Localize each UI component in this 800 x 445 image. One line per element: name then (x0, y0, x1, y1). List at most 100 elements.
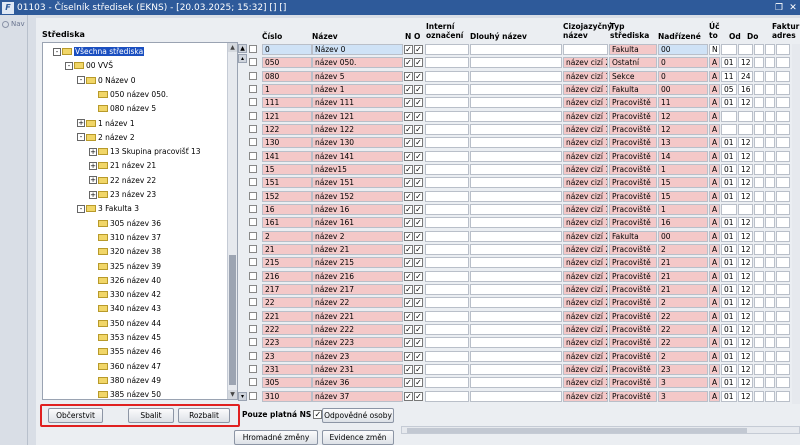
cell-cislo[interactable]: 222 (262, 323, 312, 335)
cell-cislo[interactable]: 130 (262, 137, 312, 149)
cell-od[interactable]: 01 (721, 217, 737, 229)
cell-ciz[interactable]: název cizí 2 (563, 283, 608, 295)
cell-ciz[interactable]: název cizí 3 (563, 377, 608, 389)
cell-e2[interactable] (765, 363, 775, 375)
cell-cislo[interactable]: 217 (262, 283, 312, 295)
tree-node[interactable]: - Všechna střediska (53, 45, 145, 58)
o-checkbox[interactable]: ✓ (414, 138, 423, 148)
cell-e2[interactable] (765, 243, 775, 255)
cell-dlouhy[interactable] (470, 217, 562, 229)
tree-node[interactable]: - 0 Název 0 (77, 74, 136, 87)
cell-faktur[interactable] (776, 230, 790, 242)
cell-dlouhy[interactable] (470, 177, 562, 189)
tree-node[interactable]: +1 název 1 (77, 117, 135, 130)
cell-e2[interactable] (765, 217, 775, 229)
cell-interni[interactable] (425, 163, 469, 175)
column-header-dlouhy[interactable]: Dlouhý název (470, 32, 527, 41)
cell-ciz[interactable] (563, 44, 608, 55)
cell-cislo[interactable]: 23 (262, 350, 312, 362)
cell-dlouhy[interactable] (470, 123, 562, 135)
tree-node[interactable]: +13 Skupina pracovišť 13 (89, 145, 201, 158)
cell-faktur[interactable] (776, 310, 790, 322)
cell-nad[interactable]: 0 (658, 57, 708, 69)
row-selector[interactable] (249, 45, 257, 53)
expand-icon[interactable]: + (89, 176, 97, 185)
cell-e2[interactable] (765, 190, 775, 202)
cell-faktur[interactable] (776, 163, 790, 175)
cell-e1[interactable] (754, 177, 764, 189)
cell-e2[interactable] (765, 137, 775, 149)
grid-scrollbar[interactable] (792, 44, 800, 404)
cell-od[interactable]: 01 (721, 283, 737, 295)
cell-od[interactable]: 01 (721, 150, 737, 162)
cell-typ[interactable]: Pracoviště (609, 97, 657, 109)
cell-cislo[interactable]: 050 (262, 57, 312, 69)
cell-faktur[interactable] (776, 190, 790, 202)
cell-cislo[interactable]: 1 (262, 83, 312, 95)
row-selector[interactable] (249, 98, 257, 107)
row-selector[interactable] (249, 364, 257, 373)
cell-nad[interactable]: 2 (658, 350, 708, 362)
cell-cislo[interactable]: 161 (262, 217, 312, 229)
cell-interni[interactable] (425, 377, 469, 389)
o-checkbox[interactable]: ✓ (414, 84, 423, 94)
cell-ciz[interactable]: název cizí 1 (563, 150, 608, 162)
cell-interni[interactable] (425, 310, 469, 322)
cell-ciz[interactable]: název cizí 2 (563, 323, 608, 335)
row-selector[interactable] (249, 298, 257, 307)
cell-e1[interactable] (754, 323, 764, 335)
cell-dlouhy[interactable] (470, 350, 562, 362)
cell-nad[interactable]: 23 (658, 363, 708, 375)
cell-typ[interactable]: Pracoviště (609, 350, 657, 362)
cell-dlouhy[interactable] (470, 377, 562, 389)
cell-dlouhy[interactable] (470, 270, 562, 282)
cell-nazev[interactable]: název 36 (312, 377, 403, 389)
cell-dlouhy[interactable] (470, 203, 562, 215)
n-checkbox[interactable]: ✓ (404, 98, 413, 108)
cell-typ[interactable]: Pracoviště (609, 283, 657, 295)
restore-icon[interactable]: ❐ (772, 3, 786, 13)
n-checkbox[interactable]: ✓ (404, 124, 413, 134)
collapse-button[interactable]: Sbalit (128, 408, 174, 423)
cell-nad[interactable]: 22 (658, 337, 708, 349)
cell-typ[interactable]: Pracoviště (609, 123, 657, 135)
cell-uc[interactable]: A (709, 123, 720, 135)
cell-e1[interactable] (754, 283, 764, 295)
cell-do[interactable] (738, 110, 753, 122)
tree-node[interactable]: 320 název 38 (89, 245, 161, 258)
cell-od[interactable]: 01 (721, 350, 737, 362)
cell-e1[interactable] (754, 190, 764, 202)
cell-e2[interactable] (765, 70, 775, 82)
row-selector[interactable] (249, 178, 257, 187)
expand-button[interactable]: Rozbalit (178, 408, 230, 423)
tree-view[interactable]: ▲ ▼ - Všechna střediska -00 VVŠ -0 Název 00… (42, 42, 238, 400)
column-header-cizojazycny[interactable]: Cizojazyčný název (563, 22, 612, 40)
cell-do[interactable]: 12 (738, 297, 753, 309)
column-header-n[interactable]: N (405, 32, 411, 41)
cell-ciz[interactable]: název cizí 2 (563, 243, 608, 255)
cell-faktur[interactable] (776, 323, 790, 335)
cell-nazev[interactable]: název 111 (312, 97, 403, 109)
cell-faktur[interactable] (776, 203, 790, 215)
cell-e1[interactable] (754, 363, 764, 375)
cell-cislo[interactable]: 152 (262, 190, 312, 202)
change-log-button[interactable]: Evidence změn (322, 430, 394, 445)
cell-do[interactable]: 12 (738, 243, 753, 255)
cell-typ[interactable]: Fakulta (609, 230, 657, 242)
cell-nad[interactable]: 13 (658, 137, 708, 149)
cell-e1[interactable] (754, 350, 764, 362)
cell-ciz[interactable]: název cizí 2 (563, 297, 608, 309)
row-selector[interactable] (249, 191, 257, 200)
cell-ciz[interactable]: název cizí 1 (563, 137, 608, 149)
cell-dlouhy[interactable] (470, 323, 562, 335)
expand-icon[interactable]: + (89, 147, 97, 156)
cell-uc[interactable]: A (709, 337, 720, 349)
cell-do[interactable]: 12 (738, 257, 753, 269)
cell-nazev[interactable]: název 37 (312, 390, 403, 402)
cell-interni[interactable] (425, 337, 469, 349)
cell-faktur[interactable] (776, 297, 790, 309)
cell-faktur[interactable] (776, 44, 790, 55)
cell-uc[interactable]: A (709, 230, 720, 242)
cell-e1[interactable] (754, 110, 764, 122)
cell-uc[interactable]: A (709, 150, 720, 162)
